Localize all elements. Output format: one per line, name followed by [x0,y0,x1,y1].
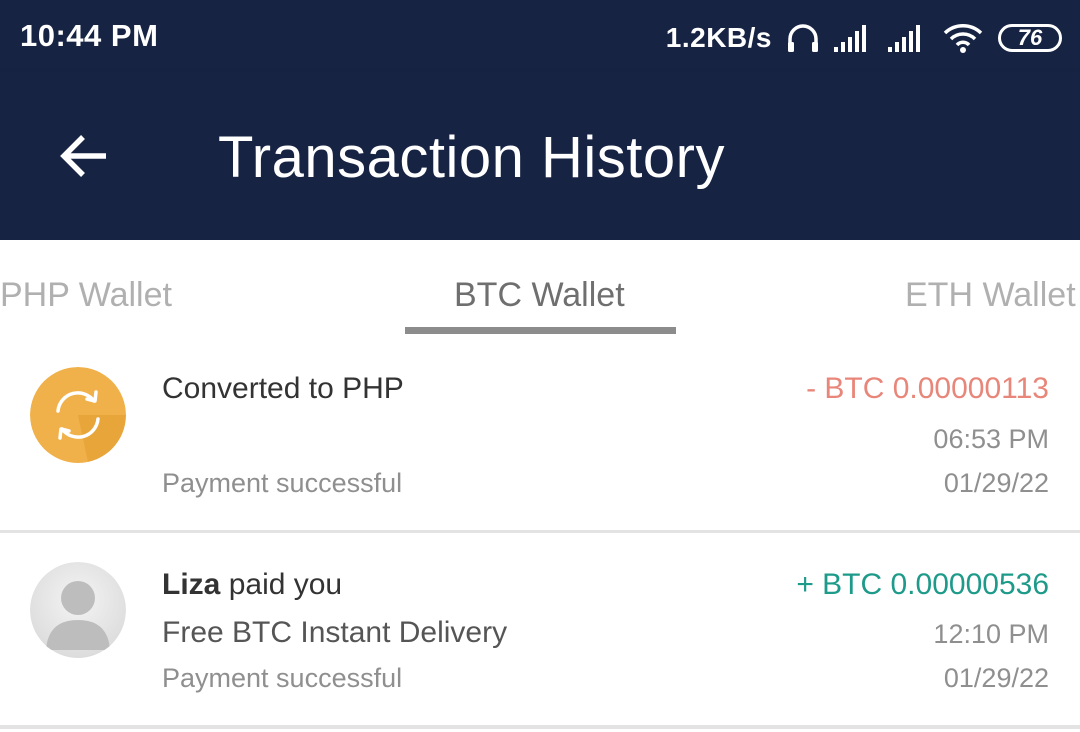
user-avatar-icon [30,562,126,658]
transaction-description: Free BTC Instant Delivery [162,616,508,649]
arrow-left-icon [58,133,110,184]
status-bar: 10:44 PM 1.2KB/s 76 [0,0,1080,72]
transaction-item[interactable]: Liza paid you Free BTC Instant Delivery … [0,533,1080,725]
battery-icon: 76 [998,24,1062,52]
wallet-tabs: PHP Wallet BTC Wallet ETH Wallet [0,240,1080,336]
transaction-time: 12:10 PM [933,619,1049,649]
transaction-date: 01/29/22 [943,663,1049,693]
transaction-amount: + BTC 0.00000536 [796,568,1049,601]
tab-eth-wallet[interactable]: ETH Wallet [905,276,1076,315]
transaction-time: 06:53 PM [933,424,1049,454]
status-time: 10:44 PM [20,18,159,53]
headset-icon [786,22,820,54]
payer-name: Liza [162,568,221,601]
transaction-item[interactable]: Converted to PHP Payment successful - BT… [0,336,1080,530]
status-icons: 1.2KB/s 76 [666,18,1062,58]
list-divider [0,725,1080,729]
signal-icon [834,23,874,53]
transaction-status: Payment successful [162,468,403,498]
convert-icon [30,367,126,463]
transaction-title-rest: paid you [220,568,343,601]
active-tab-indicator [405,327,676,334]
transaction-amount: - BTC 0.00000113 [806,372,1049,405]
transaction-title: Converted to PHP [162,372,404,405]
tab-btc-wallet[interactable]: BTC Wallet [454,276,625,315]
transaction-status: Payment successful [162,663,403,693]
transaction-date: 01/29/22 [943,468,1049,498]
battery-level: 76 [1017,25,1043,50]
wifi-icon [942,22,984,54]
tab-php-wallet[interactable]: PHP Wallet [0,276,172,315]
signal-icon [888,23,928,53]
net-speed: 1.2KB/s [665,22,772,53]
app-bar: Transaction History [0,72,1080,240]
page-title: Transaction History [218,125,725,190]
transaction-title: Liza paid you [162,568,342,602]
back-button[interactable] [50,124,118,192]
